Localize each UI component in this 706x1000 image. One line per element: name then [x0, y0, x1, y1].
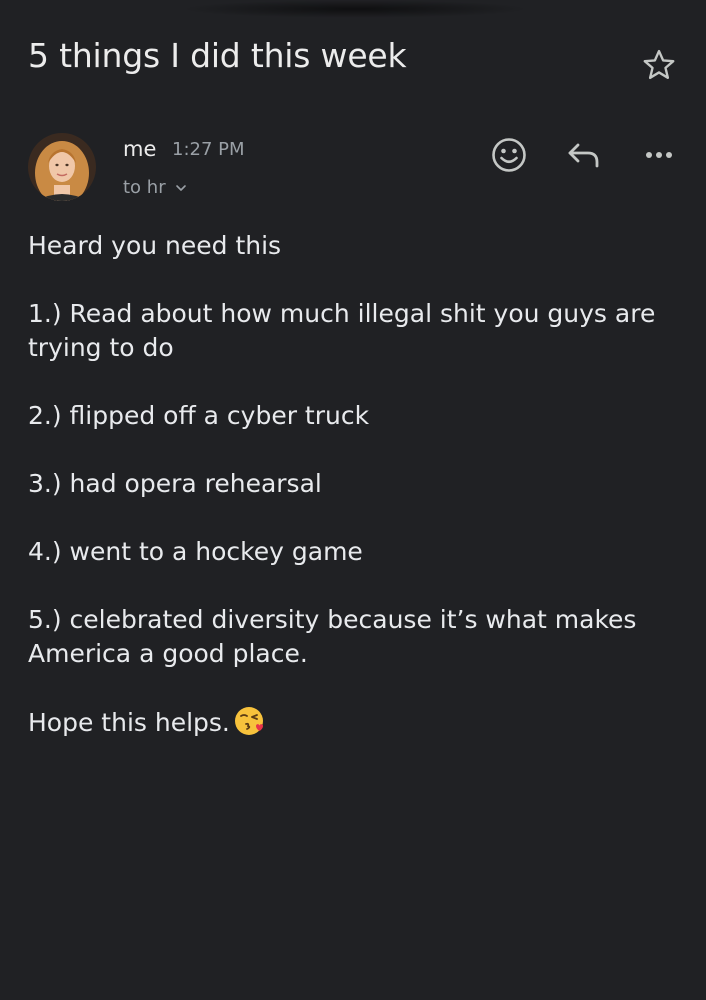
email-subject: 5 things I did this week: [28, 36, 407, 75]
recipient-toggle[interactable]: to hr: [123, 175, 188, 201]
list-item: 2.) flipped off a cyber truck: [28, 401, 370, 430]
sent-time: 1:27 PM: [172, 139, 245, 160]
body-closing-line: Hope this helps.: [28, 705, 678, 740]
star-icon[interactable]: [640, 46, 678, 84]
reply-icon[interactable]: [564, 136, 604, 174]
top-shadow: [180, 0, 530, 18]
recipient-label: to hr: [123, 177, 166, 198]
list-item: 3.) had opera rehearsal: [28, 469, 322, 498]
sender-name: me: [123, 137, 157, 161]
body-closing: Hope this helps.: [28, 708, 230, 737]
list-item: 1.) Read about how much illegal shit you…: [28, 299, 656, 362]
kiss-emoji-icon: [234, 707, 263, 735]
list-item: 5.) celebrated diversity because it’s wh…: [28, 605, 637, 668]
list-item: 4.) went to a hockey game: [28, 537, 363, 566]
more-options-icon[interactable]: [640, 140, 680, 170]
email-body: Heard you need this 1.) Read about how m…: [28, 229, 678, 774]
body-greeting: Heard you need this: [28, 231, 282, 260]
smiley-face-icon[interactable]: [488, 134, 530, 176]
chevron-down-icon: [175, 185, 186, 191]
avatar[interactable]: [28, 133, 96, 201]
